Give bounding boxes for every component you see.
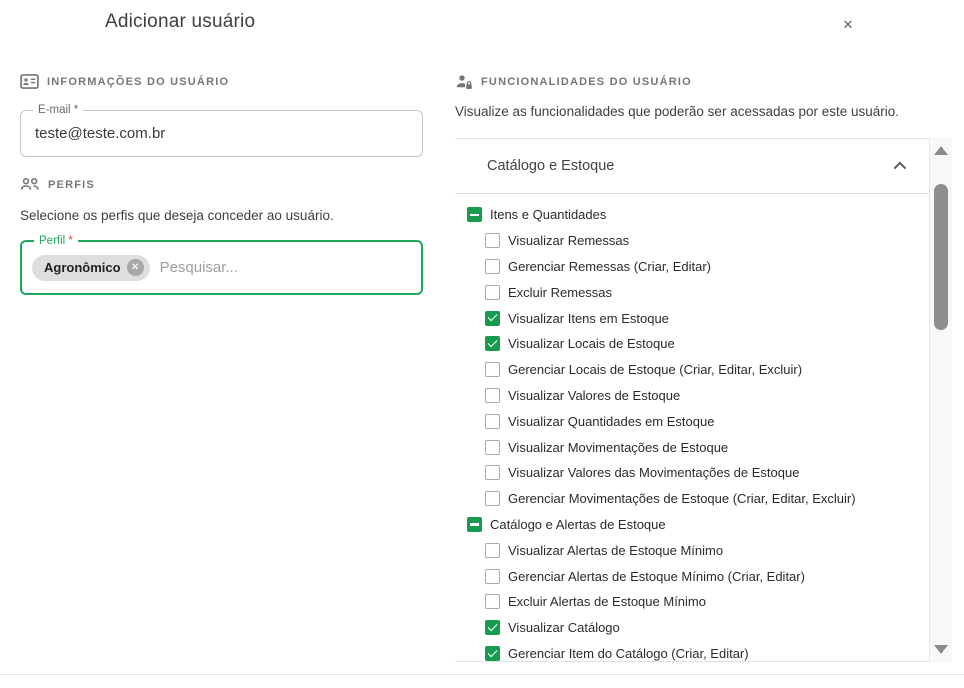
feature-label: Itens e Quantidades [490, 207, 606, 222]
features-section-header: FUNCIONALIDADES DO USUÁRIO [455, 74, 692, 90]
feature-label: Visualizar Locais de Estoque [508, 336, 675, 351]
checkbox-unchecked[interactable] [485, 414, 500, 429]
checkbox-unchecked[interactable] [485, 440, 500, 455]
feature-label: Excluir Alertas de Estoque Mínimo [508, 594, 706, 609]
feature-label: Visualizar Remessas [508, 233, 629, 248]
add-user-dialog: Adicionar usuário ✕ INFORMAÇÕES DO USUÁR… [0, 0, 964, 688]
feature-row: Catálogo e Alertas de Estoque [455, 512, 929, 538]
checkbox-unchecked[interactable] [485, 594, 500, 609]
feature-row: Visualizar Alertas de Estoque Mínimo [455, 537, 929, 563]
user-info-section-title: INFORMAÇÕES DO USUÁRIO [47, 76, 229, 88]
checkbox-unchecked[interactable] [485, 465, 500, 480]
feature-row: Visualizar Catálogo [455, 615, 929, 641]
scrollbar[interactable] [929, 138, 952, 662]
feature-row: Visualizar Valores das Movimentações de … [455, 460, 929, 486]
checkbox-indeterminate[interactable] [467, 517, 482, 532]
scrollbar-down-arrow-icon[interactable] [934, 645, 948, 654]
email-field-container: E-mail * [20, 110, 423, 157]
checkbox-unchecked[interactable] [485, 543, 500, 558]
feature-row: Gerenciar Remessas (Criar, Editar) [455, 254, 929, 280]
required-asterisk: * [68, 235, 72, 247]
feature-tree: Itens e Quantidades Visualizar Remessas Ge… [455, 194, 929, 662]
feature-label: Visualizar Quantidades em Estoque [508, 414, 714, 429]
checkbox-indeterminate[interactable] [467, 207, 482, 222]
feature-label: Visualizar Movimentações de Estoque [508, 440, 728, 455]
group-icon [20, 177, 40, 192]
feature-label: Visualizar Catálogo [508, 620, 620, 635]
contact-card-icon [20, 74, 39, 89]
feature-row: Excluir Alertas de Estoque Mínimo [455, 589, 929, 615]
feature-label: Visualizar Alertas de Estoque Mínimo [508, 543, 723, 558]
feature-label: Visualizar Valores de Estoque [508, 388, 680, 403]
email-field-label: E-mail * [33, 104, 83, 117]
checkbox-checked[interactable] [485, 311, 500, 326]
checkbox-unchecked[interactable] [485, 491, 500, 506]
scrollbar-up-arrow-icon[interactable] [934, 146, 948, 155]
profile-search-input[interactable] [160, 259, 411, 276]
feature-label: Visualizar Itens em Estoque [508, 311, 669, 326]
profile-chip-label: Agronômico [44, 260, 121, 275]
feature-label: Gerenciar Remessas (Criar, Editar) [508, 259, 711, 274]
features-description: Visualize as funcionalidades que poderão… [455, 104, 899, 119]
chip-container: Agronômico ✕ [32, 255, 150, 281]
feature-label: Excluir Remessas [508, 285, 612, 300]
perfil-field-label: Perfil * [34, 235, 78, 248]
feature-row: Visualizar Remessas [455, 228, 929, 254]
checkbox-unchecked[interactable] [485, 259, 500, 274]
checkbox-unchecked[interactable] [485, 388, 500, 403]
feature-label: Visualizar Valores das Movimentações de … [508, 465, 799, 480]
profiles-section-title: PERFIS [48, 179, 95, 191]
feature-row: Visualizar Movimentações de Estoque [455, 434, 929, 460]
email-field[interactable] [21, 111, 422, 156]
scrollbar-thumb[interactable] [934, 184, 948, 330]
feature-row: Gerenciar Item do Catálogo (Criar, Edita… [455, 641, 929, 662]
checkbox-unchecked[interactable] [485, 569, 500, 584]
feature-row: Excluir Remessas [455, 279, 929, 305]
checkbox-checked[interactable] [485, 646, 500, 661]
profiles-description: Selecione os perfis que deseja conceder … [20, 208, 334, 223]
feature-row: Gerenciar Alertas de Estoque Mínimo (Cri… [455, 563, 929, 589]
feature-row: Gerenciar Movimentações de Estoque (Cria… [455, 486, 929, 512]
feature-label: Gerenciar Movimentações de Estoque (Cria… [508, 491, 856, 506]
perfil-field-container: Perfil * Agronômico✕ [20, 240, 423, 295]
feature-row: Visualizar Quantidades em Estoque [455, 408, 929, 434]
chip-remove-icon[interactable]: ✕ [127, 259, 144, 276]
checkbox-unchecked[interactable] [485, 362, 500, 377]
chevron-up-icon [894, 161, 907, 174]
feature-row: Visualizar Itens em Estoque [455, 305, 929, 331]
checkbox-unchecked[interactable] [485, 285, 500, 300]
feature-label: Gerenciar Item do Catálogo (Criar, Edita… [508, 646, 749, 661]
feature-label: Gerenciar Locais de Estoque (Criar, Edit… [508, 362, 802, 377]
accordion-catalogo-estoque[interactable]: Catálogo e Estoque [455, 139, 929, 194]
close-icon[interactable]: ✕ [838, 15, 858, 35]
features-scroll-panel: Catálogo e Estoque Itens e Quantidades Vi… [455, 138, 929, 662]
page-title: Adicionar usuário [105, 11, 255, 33]
accordion-title: Catálogo e Estoque [487, 158, 614, 174]
feature-row: Visualizar Valores de Estoque [455, 383, 929, 409]
feature-row: Gerenciar Locais de Estoque (Criar, Edit… [455, 357, 929, 383]
user-info-section-header: INFORMAÇÕES DO USUÁRIO [20, 74, 229, 89]
footer-divider [0, 674, 964, 675]
checkbox-checked[interactable] [485, 620, 500, 635]
features-section-title: FUNCIONALIDADES DO USUÁRIO [481, 76, 692, 88]
profile-chip: Agronômico ✕ [32, 255, 150, 281]
feature-label: Gerenciar Alertas de Estoque Mínimo (Cri… [508, 569, 805, 584]
person-lock-icon [455, 74, 473, 90]
checkbox-unchecked[interactable] [485, 233, 500, 248]
profiles-section-header: PERFIS [20, 177, 95, 192]
feature-label: Catálogo e Alertas de Estoque [490, 517, 666, 532]
feature-row: Itens e Quantidades [455, 202, 929, 228]
checkbox-checked[interactable] [485, 336, 500, 351]
feature-row: Visualizar Locais de Estoque [455, 331, 929, 357]
